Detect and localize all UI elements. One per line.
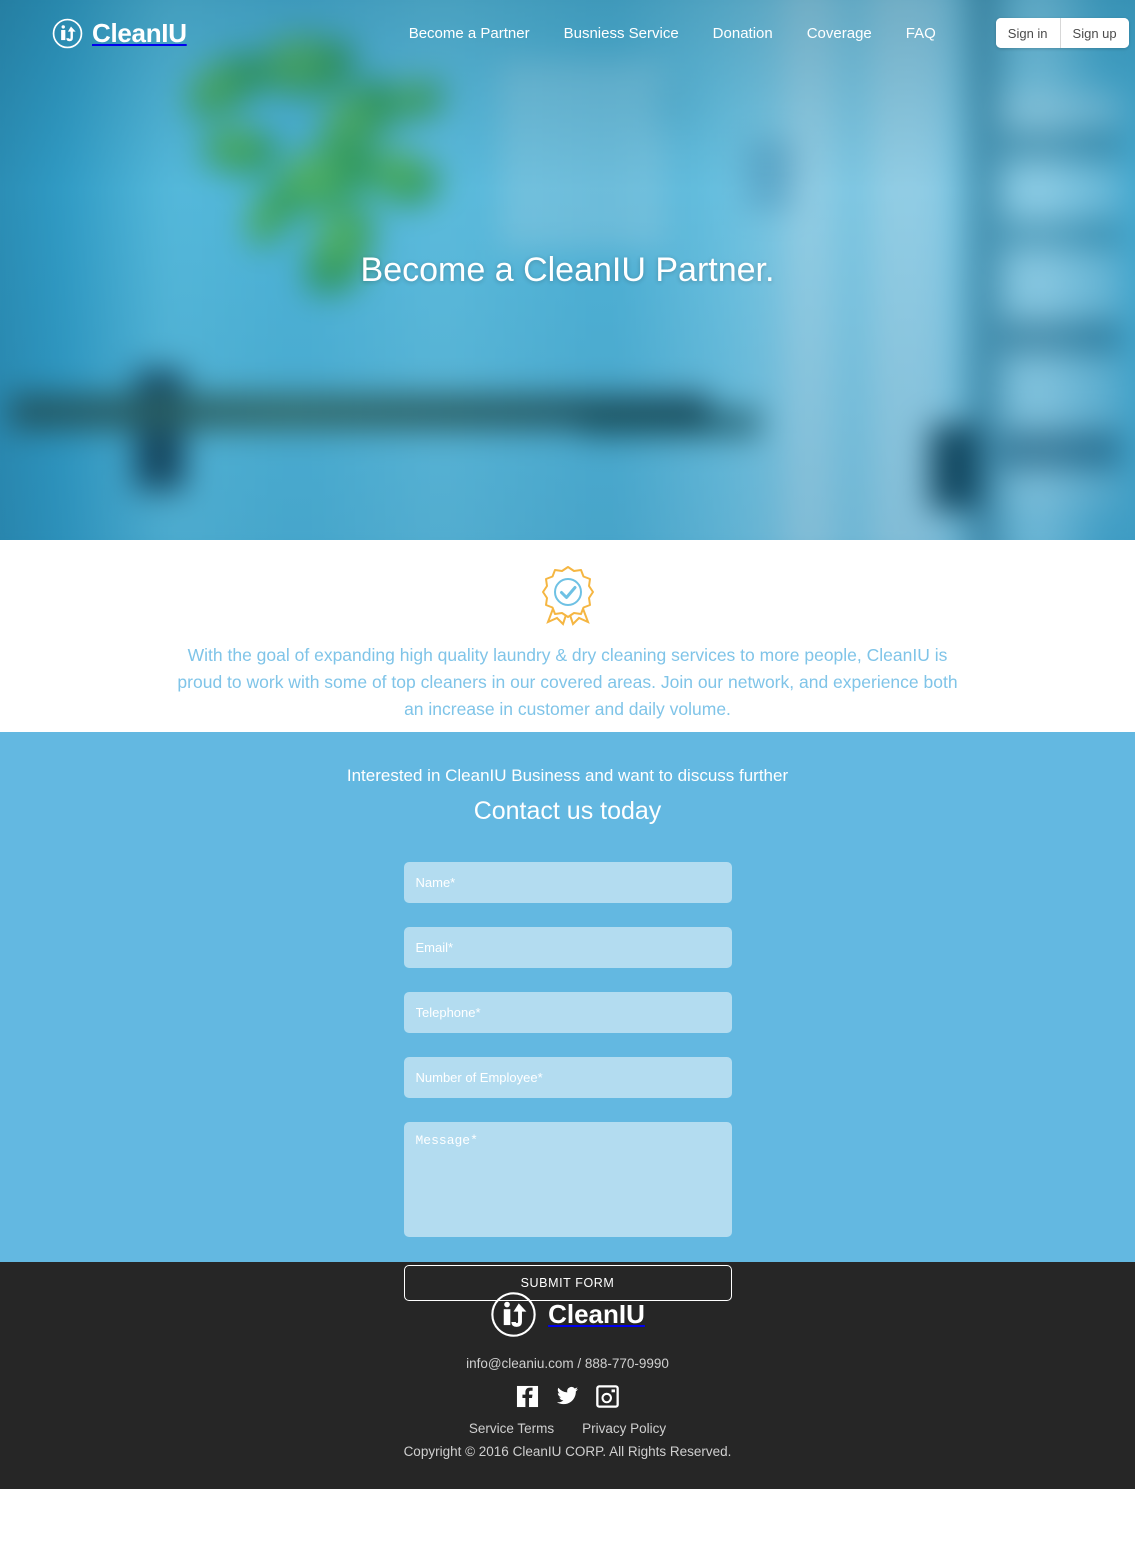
auth-button-group: Sign in Sign up [995, 18, 1129, 48]
nav-links: Become a Partner Busniess Service Donati… [409, 18, 1129, 48]
footer-contact-info: info@cleaniu.com / 888-770-9990 [466, 1356, 669, 1371]
intro-paragraph: With the goal of expanding high quality … [177, 645, 958, 719]
sign-up-button[interactable]: Sign up [1060, 18, 1129, 48]
contact-subtitle: Interested in CleanIU Business and want … [346, 766, 789, 785]
cleaniu-logo-icon [490, 1291, 537, 1338]
facebook-icon[interactable] [516, 1385, 539, 1408]
telephone-input[interactable] [403, 992, 732, 1033]
intro-section: With the goal of expanding high quality … [0, 540, 1135, 732]
nav-link-become-a-partner[interactable]: Become a Partner [409, 25, 530, 42]
message-textarea[interactable] [403, 1122, 732, 1237]
award-badge-check-icon [535, 562, 601, 628]
footer-link-privacy-policy[interactable]: Privacy Policy [582, 1421, 666, 1436]
hero-section: CleanIU Become a Partner Busniess Servic… [0, 0, 1135, 540]
contact-section: Interested in CleanIU Business and want … [0, 732, 1135, 1301]
cleaniu-logo-icon [52, 18, 83, 49]
social-links [516, 1385, 619, 1408]
email-input[interactable] [403, 927, 732, 968]
nav-link-faq[interactable]: FAQ [906, 25, 936, 42]
brand-name: CleanIU [92, 17, 187, 48]
footer-brand-name: CleanIU [548, 1299, 645, 1329]
footer-links: Service Terms Privacy Policy [469, 1421, 666, 1436]
instagram-icon[interactable] [596, 1385, 619, 1408]
nav-link-coverage[interactable]: Coverage [807, 25, 872, 42]
nav-link-busniess-service[interactable]: Busniess Service [564, 25, 679, 42]
twitter-icon[interactable] [556, 1385, 579, 1408]
copyright-text: Copyright © 2016 CleanIU CORP. All Right… [403, 1444, 732, 1459]
footer: CleanIU info@cleaniu.com / 888-770-9990 … [0, 1262, 1135, 1489]
top-navigation-bar: CleanIU Become a Partner Busniess Servic… [0, 0, 1135, 66]
brand-logo-link[interactable]: CleanIU [52, 18, 187, 49]
sign-in-button[interactable]: Sign in [995, 18, 1060, 48]
contact-title: Contact us today [473, 797, 662, 825]
nav-link-donation[interactable]: Donation [713, 25, 773, 42]
number-of-employee-input[interactable] [403, 1057, 732, 1098]
footer-brand-logo-link[interactable]: CleanIU [490, 1291, 645, 1338]
contact-form: SUBMIT FORM [403, 862, 732, 1301]
name-input[interactable] [403, 862, 732, 903]
footer-link-service-terms[interactable]: Service Terms [469, 1421, 554, 1436]
hero-title: Become a CleanIU Partner. [360, 251, 775, 289]
